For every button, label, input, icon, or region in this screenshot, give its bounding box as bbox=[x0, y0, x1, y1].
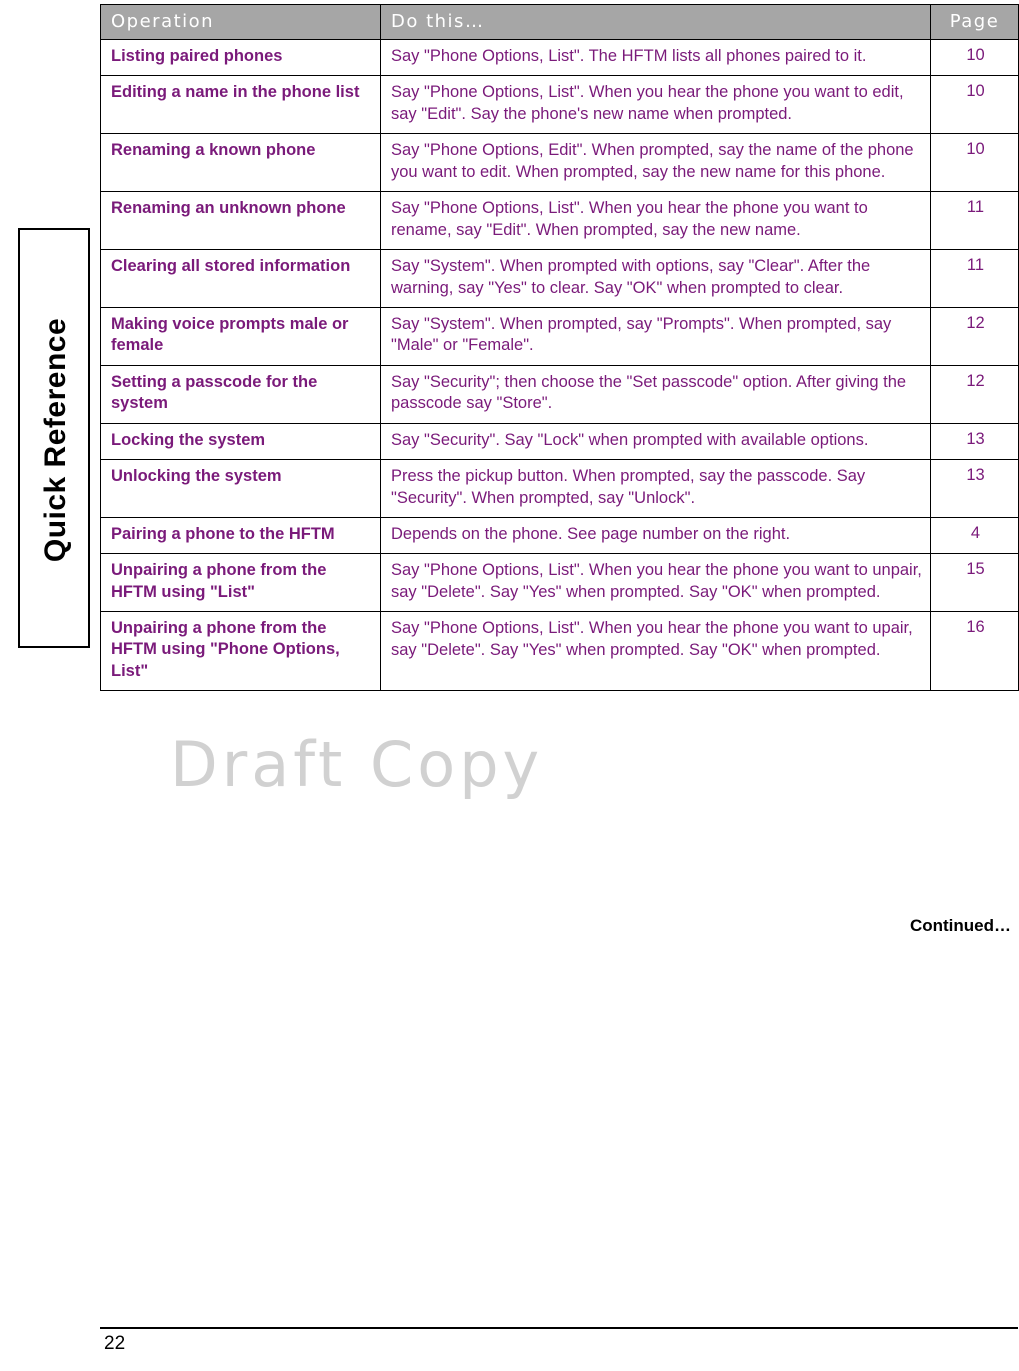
quick-reference-table-container: Operation Do this… Page Listing paired p… bbox=[100, 4, 1019, 691]
table-row: Setting a passcode for the system Say "Se… bbox=[100, 364, 1019, 424]
row-page-number: 4 bbox=[930, 516, 1019, 555]
table-row: Locking the system Say "Security". Say "L… bbox=[100, 422, 1019, 461]
row-page-number: 12 bbox=[930, 306, 1019, 366]
row-operation: Making voice prompts male or female bbox=[100, 306, 381, 366]
row-instruction: Say "Phone Options, List". When you hear… bbox=[380, 553, 931, 613]
table-row: Unpairing a phone from the HFTM using "L… bbox=[100, 553, 1019, 613]
row-instruction: Say "Phone Options, List". The HFTM list… bbox=[380, 38, 931, 77]
column-header-do-this: Do this… bbox=[380, 4, 931, 40]
row-instruction: Depends on the phone. See page number on… bbox=[380, 516, 931, 555]
table-row: Editing a name in the phone list Say "Pho… bbox=[100, 75, 1019, 135]
row-instruction: Say "Security"; then choose the "Set pas… bbox=[380, 364, 931, 424]
row-operation: Unpairing a phone from the HFTM using "L… bbox=[100, 553, 381, 613]
row-instruction: Say "Security". Say "Lock" when prompted… bbox=[380, 422, 931, 461]
row-page-number: 15 bbox=[930, 553, 1019, 613]
table-row: Renaming an unknown phone Say "Phone Opti… bbox=[100, 191, 1019, 251]
row-operation: Listing paired phones bbox=[100, 38, 381, 77]
row-operation: Setting a passcode for the system bbox=[100, 364, 381, 424]
footer-divider bbox=[100, 1327, 1018, 1329]
table-row: Unpairing a phone from the HFTM using "P… bbox=[100, 611, 1019, 691]
row-page-number: 10 bbox=[930, 75, 1019, 135]
row-operation: Clearing all stored information bbox=[100, 249, 381, 308]
row-page-number: 13 bbox=[930, 459, 1019, 518]
row-operation: Locking the system bbox=[100, 422, 381, 461]
row-operation: Unpairing a phone from the HFTM using "P… bbox=[100, 611, 381, 691]
section-tab-label: Quick Reference bbox=[39, 317, 72, 563]
row-instruction: Say "System". When prompted, say "Prompt… bbox=[380, 306, 931, 366]
row-operation: Renaming a known phone bbox=[100, 133, 381, 193]
table-row: Renaming a known phone Say "Phone Options… bbox=[100, 133, 1019, 193]
row-instruction: Say "Phone Options, List". When you hear… bbox=[380, 611, 931, 691]
table-row: Clearing all stored information Say "Syst… bbox=[100, 249, 1019, 308]
row-operation: Unlocking the system bbox=[100, 459, 381, 518]
continued-note: Continued… bbox=[909, 916, 1011, 935]
table-header: Operation Do this… Page bbox=[100, 4, 1019, 40]
footer-page-number: 22 bbox=[104, 1333, 126, 1354]
table-row: Listing paired phones Say "Phone Options,… bbox=[100, 38, 1019, 77]
row-page-number: 16 bbox=[930, 611, 1019, 691]
table-header-row: Operation Do this… Page bbox=[100, 4, 1019, 40]
row-page-number: 10 bbox=[930, 38, 1019, 77]
quick-reference-table: Operation Do this… Page Listing paired p… bbox=[100, 4, 1019, 691]
table-body: Listing paired phones Say "Phone Options,… bbox=[100, 38, 1019, 691]
draft-watermark: Draft Copy bbox=[170, 728, 544, 801]
row-operation: Renaming an unknown phone bbox=[100, 191, 381, 251]
row-operation: Pairing a phone to the HFTM bbox=[100, 516, 381, 555]
row-instruction: Say "System". When prompted with options… bbox=[380, 249, 931, 308]
row-page-number: 11 bbox=[930, 191, 1019, 251]
row-operation: Editing a name in the phone list bbox=[100, 75, 381, 135]
row-instruction: Say "Phone Options, Edit". When prompted… bbox=[380, 133, 931, 193]
row-instruction: Say "Phone Options, List". When you hear… bbox=[380, 75, 931, 135]
row-page-number: 12 bbox=[930, 364, 1019, 424]
table-row: Unlocking the system Press the pickup but… bbox=[100, 459, 1019, 518]
column-header-page: Page bbox=[930, 4, 1019, 40]
table-row: Making voice prompts male or female Say "… bbox=[100, 306, 1019, 366]
column-header-operation: Operation bbox=[100, 4, 381, 40]
table-row: Pairing a phone to the HFTM Depends on th… bbox=[100, 516, 1019, 555]
row-page-number: 13 bbox=[930, 422, 1019, 461]
section-tab: Quick Reference bbox=[18, 228, 90, 648]
row-page-number: 11 bbox=[930, 249, 1019, 308]
row-instruction: Say "Phone Options, List". When you hear… bbox=[380, 191, 931, 251]
row-page-number: 10 bbox=[930, 133, 1019, 193]
row-instruction: Press the pickup button. When prompted, … bbox=[380, 459, 931, 518]
